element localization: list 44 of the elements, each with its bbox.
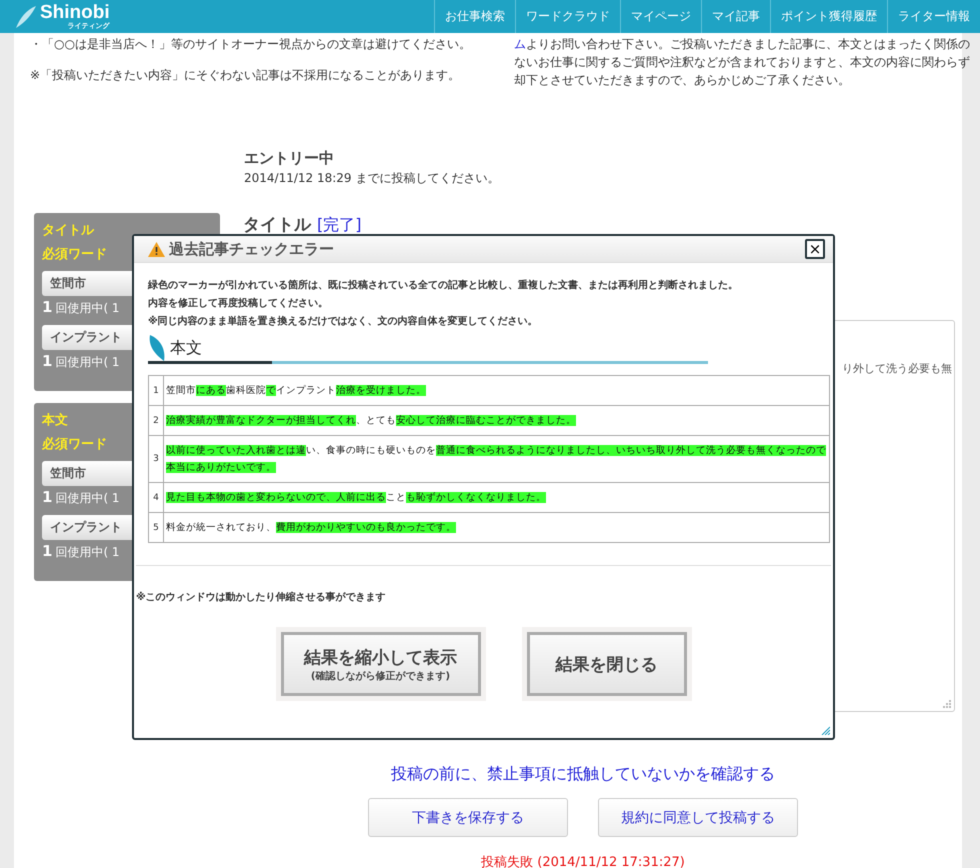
usage-count: 1: [42, 352, 52, 370]
feather-icon: [148, 335, 166, 361]
warning-icon: [148, 242, 165, 256]
row-number: 2: [149, 406, 164, 435]
row-number: 3: [149, 436, 164, 482]
usage-text: 回使用中( 1: [55, 354, 120, 371]
sentence-text: 見た目も本物の歯と変わらないので、人前に出る こと も恥ずかしくなくなりました。: [165, 491, 547, 505]
panel-subheading: 必須ワード: [42, 436, 107, 453]
resize-grip-icon[interactable]: [820, 725, 830, 735]
usage-text: 回使用中( 1: [55, 544, 120, 561]
usage-count: 1: [42, 488, 52, 506]
check-rules-link[interactable]: 投稿の前に、禁止事項に抵触していないかを確認する: [391, 764, 775, 785]
sentence-text: 笠間市 にある歯科医院でインプラント 治療を受けました。: [165, 384, 427, 398]
usage-count: 1: [42, 298, 52, 316]
usage-text: 回使用中( 1: [55, 490, 120, 507]
action-button[interactable]: 下書きを保存する: [368, 798, 568, 837]
contact-paragraph: ム よりお問い合わせ下さい。ご投稿いただきました記事に、本文とはまったく関係のないお仕事に関するご質問や注釈などが含まれておりますと、本文の内容に関わらず却下とさせていただきますので、あらかじめご了承ください。: [514, 36, 971, 89]
action-button[interactable]: 規約に同意して投稿する: [598, 798, 798, 837]
note-text: ・「○○は是非当店へ！」等のサイトオーナー視点からの文章は避けてください。: [30, 36, 472, 53]
logo-text: Shinobi: [40, 2, 110, 22]
sentence-text: 以前に使っていた入れ歯とは違い、食事の時にも硬いものを普通に食べられるようになりましたし、いちいち取り外して洗う必要も無くなったので本当にありがたいです。: [165, 444, 827, 475]
dialog-title-bar[interactable]: 過去記事チェックエラー ×: [134, 236, 833, 263]
post-status-text: 投稿失敗 (2014/11/12 17:31:27): [481, 854, 685, 868]
usage-count: 1: [42, 542, 52, 560]
row-number: 5: [149, 513, 164, 542]
sentence-text: 治療実績が豊富なドクターが担当してくれ、とても 安心して治療に臨むことができました。: [165, 414, 577, 428]
usage-text: 回使用中( 1: [55, 300, 120, 317]
row-number: 4: [149, 483, 164, 512]
panel-heading: タイトル: [42, 222, 94, 239]
entry-status: エントリー中: [244, 149, 335, 168]
deadline-text: 2014/11/12 18:29 までに投稿してください。: [244, 170, 500, 187]
row-number: 1: [149, 376, 164, 405]
resize-grip-icon[interactable]: [943, 700, 951, 708]
dialog-title: 過去記事チェックエラー: [169, 240, 335, 258]
wing-icon: [14, 4, 38, 30]
note-text: ※「投稿いただきたい内容」にそぐわない記事は不採用になることがあります。: [30, 67, 462, 84]
panel-heading: 本文: [42, 412, 68, 429]
error-message: 内容を修正して再度投稿してください。: [148, 296, 329, 311]
status-link[interactable]: [完了]: [317, 215, 362, 236]
dialog-note: ※このウィンドウは動かしたり伸縮させる事ができます: [136, 590, 387, 604]
contact-link[interactable]: ム: [514, 37, 526, 51]
close-button[interactable]: ×: [805, 239, 825, 259]
title-label: タイトル: [243, 214, 311, 236]
panel-subheading: 必須ワード: [42, 246, 107, 263]
